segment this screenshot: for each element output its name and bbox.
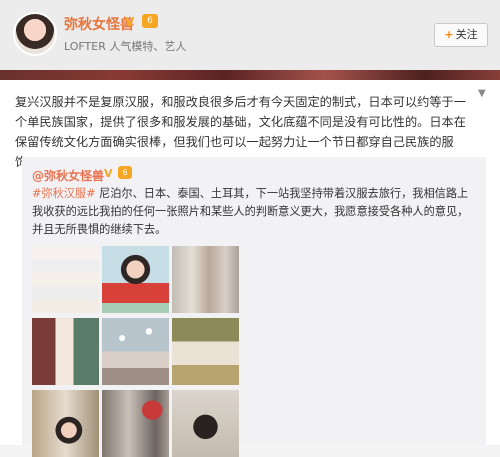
repost-author[interactable]: @弥秋女怪兽 (32, 167, 104, 184)
avatar[interactable] (13, 12, 57, 56)
username[interactable]: 弥秋女怪兽 (64, 14, 134, 34)
photo-pigeons-square[interactable] (102, 318, 169, 385)
repost-text: #弥秋汉服# 尼泊尔、日本、泰国、土耳其，下一站我坚持带着汉服去旅行，我相信路上… (32, 185, 478, 239)
level-badge: 6 (142, 14, 158, 28)
profile-header (0, 0, 500, 70)
header-image-strip (0, 70, 500, 80)
photo-street-group[interactable] (172, 246, 239, 313)
level-badge: 6 (118, 166, 132, 179)
photo-notes-screenshot[interactable] (32, 246, 99, 313)
photo-red-dress-flowers[interactable] (102, 246, 169, 313)
follow-button[interactable]: + 关注 (434, 23, 488, 47)
plus-icon: + (444, 28, 454, 41)
photo-alley-portrait[interactable] (32, 390, 99, 457)
photo-street-umbrella[interactable] (102, 390, 169, 457)
photo-with-elderly-locals[interactable] (32, 318, 99, 385)
hashtag-link[interactable]: #弥秋汉服# (32, 187, 96, 200)
photo-group-landscape[interactable] (172, 318, 239, 385)
user-description: LOFTER 人气模特、艺人 (64, 40, 187, 53)
follow-label: 关注 (455, 28, 478, 41)
verified-icon: V (125, 15, 135, 29)
repost-body: 尼泊尔、日本、泰国、土耳其，下一站我坚持带着汉服去旅行，我相信路上我收获的远比我… (32, 187, 469, 236)
chevron-down-icon[interactable]: ▼ (478, 88, 486, 99)
verified-icon: V (104, 167, 113, 180)
photo-back-portrait[interactable] (172, 390, 239, 457)
